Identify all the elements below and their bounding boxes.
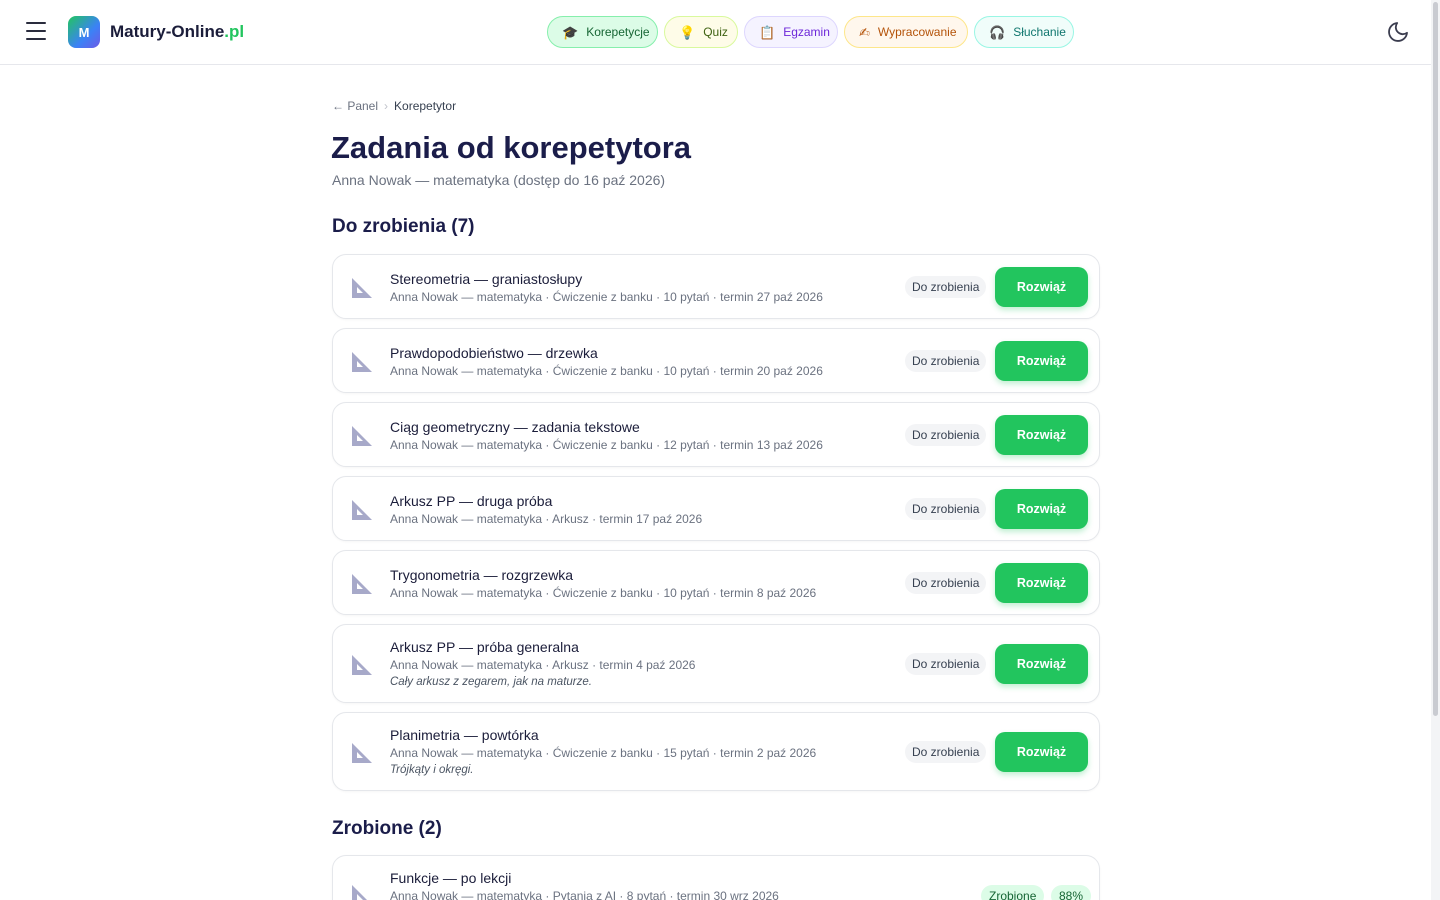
task-meta: Anna Nowak — matematyka · Ćwiczenie z ba… — [390, 586, 817, 600]
status-badge: Do zrobienia — [905, 276, 987, 298]
hamburger-menu-icon[interactable] — [26, 22, 46, 40]
task-meta: Anna Nowak — matematyka · Ćwiczenie z ba… — [390, 290, 823, 304]
lightbulb-icon: 💡 — [679, 24, 696, 40]
task-title: Prawdopodobieństwo — drzewka — [390, 345, 598, 361]
status-badge: Do zrobienia — [905, 572, 987, 594]
top-bar: M Matury-Online.pl 🎓 Korepetycje 💡 Quiz … — [0, 0, 1431, 65]
nav-label: Quiz — [703, 25, 728, 39]
nav-korepetycje[interactable]: 🎓 Korepetycje — [547, 16, 658, 48]
set-square-icon — [352, 574, 372, 594]
nav-quiz[interactable]: 💡 Quiz — [664, 16, 738, 48]
task-card: Planimetria — powtórka Anna Nowak — mate… — [332, 712, 1100, 791]
task-title: Stereometria — graniastosłupy — [390, 271, 583, 287]
task-card: Prawdopodobieństwo — drzewka Anna Nowak … — [332, 328, 1100, 393]
set-square-icon — [352, 743, 372, 763]
task-card: Arkusz PP — próba generalna Anna Nowak —… — [332, 624, 1100, 703]
breadcrumb-current: Korepetytor — [394, 99, 457, 113]
todo-heading: Do zrobienia (7) — [332, 216, 475, 237]
solve-button[interactable]: Rozwiąż — [995, 415, 1088, 455]
task-card: Stereometria — graniastosłupy Anna Nowak… — [332, 254, 1100, 319]
set-square-icon — [352, 278, 372, 298]
scrollbar-thumb[interactable] — [1433, 2, 1438, 716]
nav-egzamin[interactable]: 📋 Egzamin — [744, 16, 838, 48]
task-card-done: Funkcje — po lekcji Anna Nowak — matemat… — [332, 855, 1100, 900]
set-square-icon — [352, 655, 372, 675]
task-note: Trójkąty i okręgi. — [390, 764, 474, 776]
nav-label: Słuchanie — [1013, 25, 1066, 39]
logo-badge[interactable]: M — [68, 16, 100, 48]
graduation-cap-icon: 🎓 — [562, 24, 579, 40]
set-square-icon — [352, 885, 367, 900]
moon-icon[interactable] — [1386, 20, 1410, 44]
brand-tld: .pl — [224, 22, 245, 41]
status-badge: Do zrobienia — [905, 424, 987, 446]
headphones-icon: 🎧 — [989, 24, 1006, 40]
nav-label: Egzamin — [783, 25, 830, 39]
breadcrumb-separator: › — [384, 99, 389, 113]
status-badge: Do zrobienia — [905, 498, 987, 520]
main-nav: 🎓 Korepetycje 💡 Quiz 📋 Egzamin ✍ Wypraco… — [547, 16, 1074, 48]
task-meta: Anna Nowak — matematyka · Ćwiczenie z ba… — [390, 746, 817, 760]
task-title: Planimetria — powtórka — [390, 727, 539, 743]
task-meta: Anna Nowak — matematyka · Arkusz · termi… — [390, 512, 703, 526]
scrollbar[interactable] — [1431, 0, 1440, 900]
nav-wypracowanie[interactable]: ✍ Wypracowanie — [844, 16, 968, 48]
task-card: Arkusz PP — druga próba Anna Nowak — mat… — [332, 476, 1100, 541]
task-meta: Anna Nowak — matematyka · Arkusz · termi… — [390, 658, 696, 672]
writing-hand-icon: ✍ — [859, 24, 870, 40]
solve-button[interactable]: Rozwiąż — [995, 732, 1088, 772]
status-badge: Do zrobienia — [905, 350, 987, 372]
task-meta: Anna Nowak — matematyka · Pytania z AI ·… — [390, 889, 779, 900]
score-badge: 88% — [1051, 885, 1092, 900]
task-title: Funkcje — po lekcji — [390, 870, 512, 886]
status-badge: Do zrobienia — [905, 741, 987, 763]
clipboard-icon: 📋 — [759, 24, 776, 40]
nav-label: Korepetycje — [586, 25, 650, 39]
set-square-icon — [352, 426, 372, 446]
status-badge: Do zrobienia — [905, 653, 987, 675]
page-title: Zadania od korepetytora — [331, 130, 692, 165]
breadcrumb-back-link[interactable]: ← Panel — [332, 99, 378, 113]
solve-button[interactable]: Rozwiąż — [995, 341, 1088, 381]
nav-sluchanie[interactable]: 🎧 Słuchanie — [974, 16, 1074, 48]
task-card: Trygonometria — rozgrzewka Anna Nowak — … — [332, 550, 1100, 615]
task-meta: Anna Nowak — matematyka · Ćwiczenie z ba… — [390, 364, 823, 378]
page-subtitle: Anna Nowak — matematyka (dostęp do 16 pa… — [332, 172, 666, 188]
task-title: Trygonometria — rozgrzewka — [390, 567, 574, 583]
task-title: Arkusz PP — druga próba — [390, 493, 553, 509]
done-heading: Zrobione (2) — [332, 818, 442, 839]
solve-button[interactable]: Rozwiąż — [995, 267, 1088, 307]
set-square-icon — [352, 352, 372, 372]
solve-button[interactable]: Rozwiąż — [995, 489, 1088, 529]
breadcrumb: ← Panel › Korepetytor — [332, 99, 456, 113]
solve-button[interactable]: Rozwiąż — [995, 563, 1088, 603]
brand-name[interactable]: Matury-Online.pl — [110, 22, 244, 42]
solve-button[interactable]: Rozwiąż — [995, 644, 1088, 684]
task-title: Ciąg geometryczny — zadania tekstowe — [390, 419, 640, 435]
task-meta: Anna Nowak — matematyka · Ćwiczenie z ba… — [390, 438, 823, 452]
nav-label: Wypracowanie — [877, 25, 957, 39]
set-square-icon — [352, 500, 372, 520]
brand-name-main: Matury-Online — [110, 22, 225, 41]
task-card: Ciąg geometryczny — zadania tekstowe Ann… — [332, 402, 1100, 467]
task-title: Arkusz PP — próba generalna — [390, 639, 579, 655]
task-note: Cały arkusz z zegarem, jak na maturze. — [390, 676, 592, 688]
status-badge-done: Zrobione — [981, 885, 1045, 900]
